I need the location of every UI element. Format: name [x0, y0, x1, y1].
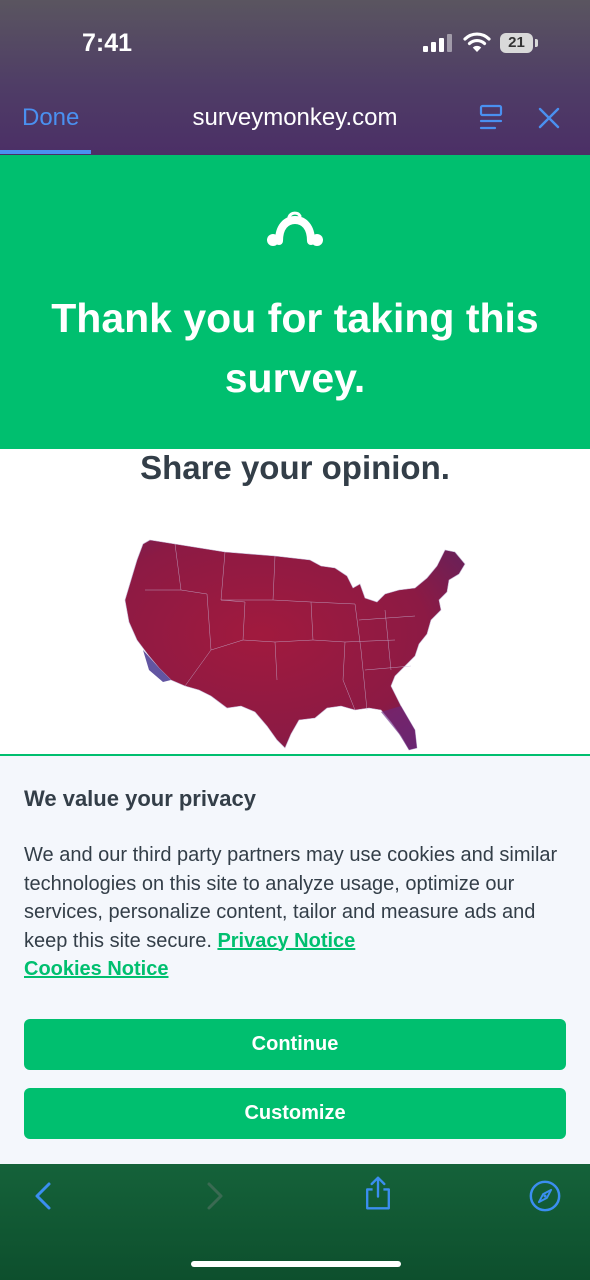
reader-mode-icon[interactable]	[478, 104, 504, 132]
thank-you-heading: Thank you for taking this survey.	[51, 295, 539, 401]
continue-button[interactable]: Continue	[24, 1019, 566, 1070]
home-indicator[interactable]	[191, 1261, 401, 1267]
battery-icon: 21	[500, 33, 538, 53]
battery-level: 21	[508, 34, 525, 51]
surveymonkey-logo-icon	[267, 211, 323, 246]
wifi-icon	[463, 32, 491, 52]
privacy-title: We value your privacy	[24, 786, 256, 811]
status-time: 7:41	[82, 29, 133, 57]
compass-icon[interactable]	[528, 1178, 562, 1214]
close-icon[interactable]	[537, 106, 561, 130]
privacy-notice-link[interactable]: Privacy Notice	[217, 930, 355, 952]
share-opinion-heading: Share your opinion.	[140, 449, 450, 486]
back-icon[interactable]	[27, 1178, 61, 1214]
cookies-notice-link[interactable]: Cookies Notice	[24, 958, 168, 980]
share-icon[interactable]	[361, 1175, 395, 1211]
us-map-image	[124, 539, 466, 751]
cellular-signal-icon	[423, 34, 453, 52]
done-tab-indicator	[0, 150, 91, 154]
done-button[interactable]: Done	[22, 104, 79, 132]
privacy-body: We and our third party partners may use …	[24, 841, 564, 984]
customize-button[interactable]: Customize	[24, 1088, 566, 1139]
forward-icon[interactable]	[197, 1178, 231, 1214]
